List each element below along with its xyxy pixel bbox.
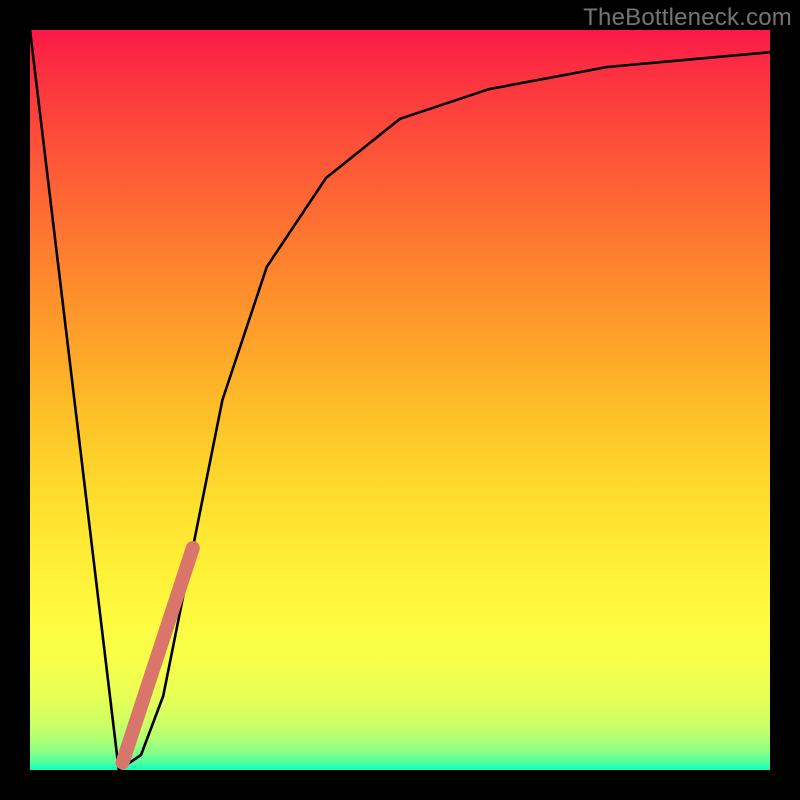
watermark-text: TheBottleneck.com bbox=[583, 4, 792, 32]
chart-svg bbox=[30, 30, 770, 770]
plot-area bbox=[30, 30, 770, 770]
chart-frame: TheBottleneck.com bbox=[0, 0, 800, 800]
bottleneck-curve bbox=[30, 30, 770, 770]
highlight-segment bbox=[123, 548, 193, 763]
